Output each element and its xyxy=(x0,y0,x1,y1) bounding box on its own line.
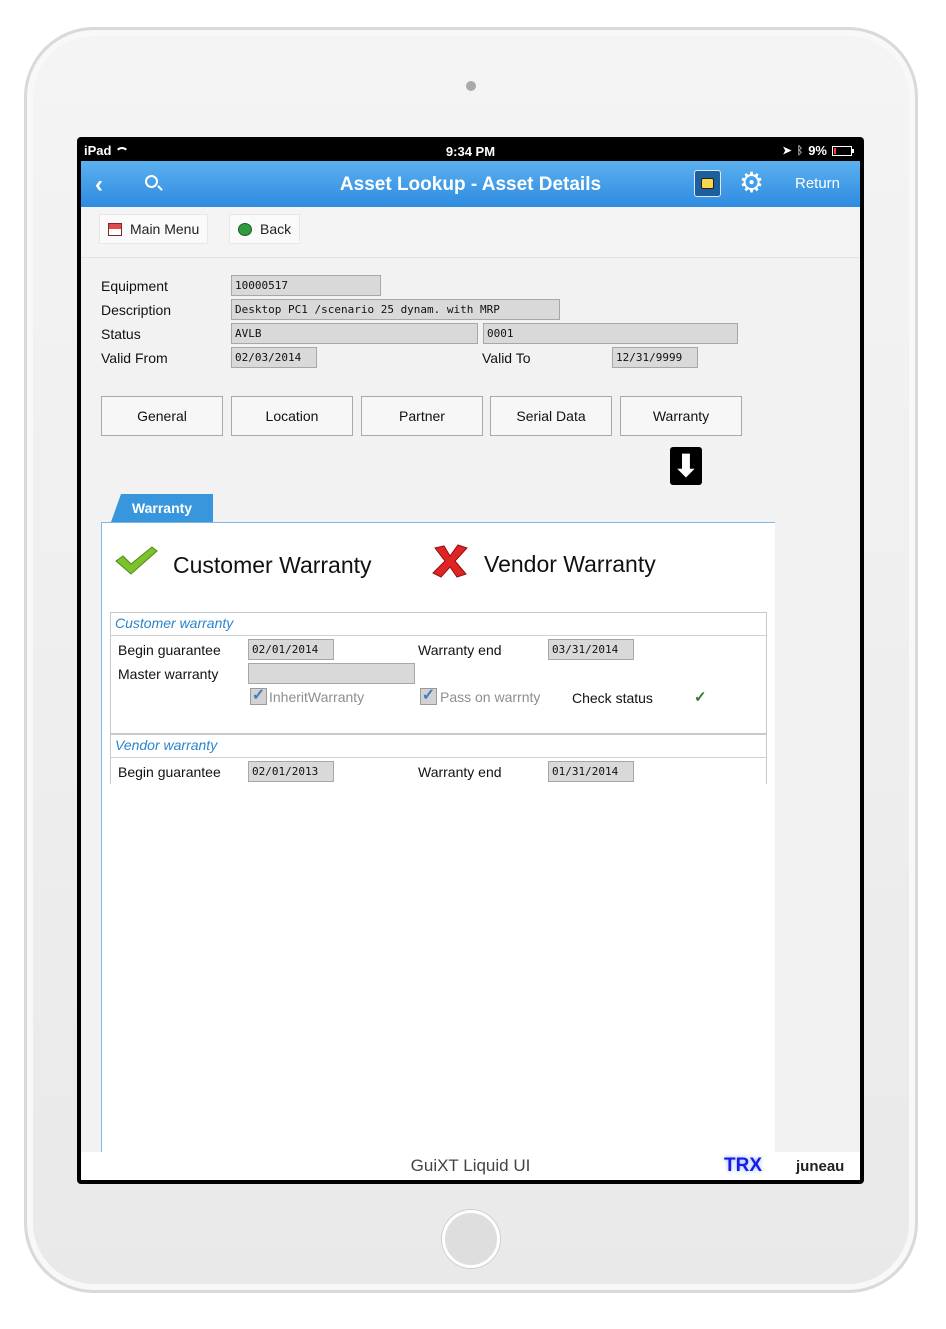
customer-end-field[interactable]: 03/31/2014 xyxy=(548,639,634,660)
location-arrow-icon: ➤ xyxy=(782,145,792,157)
tab-warranty[interactable]: Warranty xyxy=(620,396,742,436)
vendor-begin-field[interactable]: 02/01/2013 xyxy=(248,761,334,782)
main-menu-button[interactable]: Main Menu xyxy=(99,214,209,244)
red-x-icon xyxy=(432,544,468,578)
status-field[interactable]: AVLB xyxy=(231,323,478,344)
back-button[interactable]: Back xyxy=(229,214,301,244)
active-tab-warranty[interactable]: Warranty xyxy=(111,494,213,522)
vendor-end-label: Warranty end xyxy=(418,764,502,780)
screen: iPad 9:34 PM ➤ ᛒ 9% ‹ Asset Lookup - Ass… xyxy=(77,137,864,1184)
check-status-icon: ✓ xyxy=(694,689,707,706)
customer-end-label: Warranty end xyxy=(418,642,502,658)
screen-inner: iPad 9:34 PM ➤ ᛒ 9% ‹ Asset Lookup - Ass… xyxy=(81,141,860,1180)
equipment-label: Equipment xyxy=(101,278,168,294)
pass-on-warranty-label: Pass on warrnty xyxy=(440,689,541,705)
status-right: ➤ ᛒ 9% xyxy=(782,143,854,158)
valid-to-field[interactable]: 12/31/9999 xyxy=(612,347,698,368)
tab-serial-data[interactable]: Serial Data xyxy=(490,396,612,436)
customer-begin-label: Begin guarantee xyxy=(118,642,221,658)
tab-general[interactable]: General xyxy=(101,396,223,436)
home-button[interactable] xyxy=(442,1210,500,1268)
toolbar: Main Menu Back xyxy=(81,207,860,258)
tab-partner[interactable]: Partner xyxy=(361,396,483,436)
camera-icon xyxy=(466,81,476,91)
status-code-field[interactable]: 0001 xyxy=(483,323,738,344)
status-label: Status xyxy=(101,326,141,342)
main-menu-icon xyxy=(108,222,122,236)
vendor-warranty-heading: Vendor Warranty xyxy=(484,551,656,577)
vendor-warranty-title: Vendor warranty xyxy=(115,737,218,753)
inherit-warranty-label: InheritWarranty xyxy=(269,689,365,705)
customer-warranty-heading: Customer Warranty xyxy=(173,552,372,578)
master-warranty-label: Master warranty xyxy=(118,666,219,682)
back-label: Back xyxy=(260,221,292,237)
valid-to-label: Valid To xyxy=(482,350,531,366)
return-button[interactable]: Return xyxy=(795,175,840,192)
tab-location[interactable]: Location xyxy=(231,396,353,436)
customer-warranty-group: Customer warranty Begin guarantee 02/01/… xyxy=(110,612,767,734)
trx-badge[interactable]: TRX xyxy=(724,1155,762,1177)
status-time: 9:34 PM xyxy=(445,144,496,159)
description-label: Description xyxy=(101,302,172,318)
battery-icon xyxy=(832,145,854,156)
badge-icon[interactable] xyxy=(694,170,721,197)
battery-percent: 9% xyxy=(808,143,827,158)
customer-begin-field[interactable]: 02/01/2014 xyxy=(248,639,334,660)
vendor-end-field[interactable]: 01/31/2014 xyxy=(548,761,634,782)
customer-warranty-title: Customer warranty xyxy=(115,615,234,631)
green-check-icon xyxy=(115,546,158,575)
nav-bar: ‹ Asset Lookup - Asset Details ⚙ Return xyxy=(81,161,860,207)
valid-from-label: Valid From xyxy=(101,350,168,366)
bluetooth-icon: ᛒ xyxy=(796,144,804,157)
check-status-label: Check status xyxy=(572,690,653,706)
equipment-field[interactable]: 10000517 xyxy=(231,275,381,296)
inherit-warranty-checkbox[interactable]: ✓ xyxy=(250,688,267,705)
vendor-begin-label: Begin guarantee xyxy=(118,764,221,780)
pass-on-warranty-checkbox[interactable]: ✓ xyxy=(420,688,437,705)
description-field[interactable]: Desktop PC1 /scenario 25 dynam. with MRP xyxy=(231,299,560,320)
status-bar: iPad 9:34 PM ➤ ᛒ 9% xyxy=(81,141,860,161)
gear-icon[interactable]: ⚙ xyxy=(739,169,764,197)
main-menu-label: Main Menu xyxy=(130,221,200,237)
back-arrow-icon xyxy=(238,222,252,236)
valid-from-field[interactable]: 02/03/2014 xyxy=(231,347,317,368)
vendor-warranty-group: Vendor warranty Begin guarantee 02/01/20… xyxy=(110,734,767,784)
down-arrow-icon: ⬇ xyxy=(670,447,702,485)
footer-user: juneau xyxy=(796,1158,845,1175)
footer: GuiXT Liquid UI TRX juneau xyxy=(81,1152,860,1180)
master-warranty-field[interactable] xyxy=(248,663,415,684)
